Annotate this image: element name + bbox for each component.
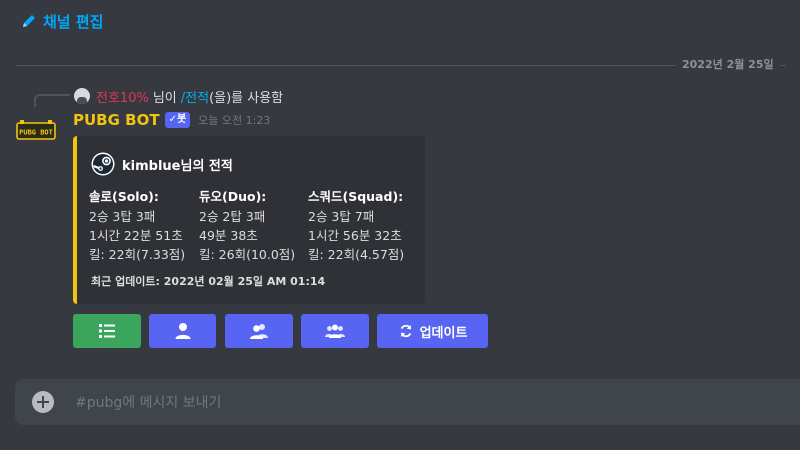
date-divider-label: 2022년 2월 25일: [676, 58, 780, 72]
channel-header: 채널 편집: [0, 0, 800, 44]
field-line: 2승 3탑 3패: [89, 209, 156, 224]
channel-title[interactable]: 채널 편집: [43, 11, 103, 32]
command-reply-line[interactable]: 전호10% 님이 /전적 (을)를 사용함: [74, 87, 284, 106]
field-line: 2승 2탑 3패: [199, 209, 266, 224]
update-button-label: 업데이트: [419, 325, 468, 341]
field-duo: 듀오(Duo): 2승 2탑 3패 49분 38초 킬: 26회(10.0점): [199, 187, 295, 264]
field-line: 49분 38초: [199, 228, 258, 243]
field-line: 킬: 22회(7.33점): [89, 247, 186, 262]
replied-user-avatar[interactable]: [74, 88, 90, 104]
embed-footer: 최근 업데이트: 2022년 02월 25일 AM 01:14: [91, 275, 326, 288]
update-button[interactable]: 업데이트: [377, 314, 488, 348]
duo-button[interactable]: [225, 314, 293, 348]
reply-command[interactable]: /전적: [181, 87, 209, 106]
field-squad: 스쿼드(Squad): 2승 3탑 7패 1시간 56분 32초 킬: 22회(…: [308, 187, 404, 264]
message-timestamp[interactable]: 오늘 오전 1:23: [198, 112, 270, 128]
list-icon: [99, 324, 115, 338]
reply-spine: [34, 94, 70, 107]
refresh-icon: [400, 324, 411, 338]
field-line: 1시간 56분 32초: [308, 228, 402, 243]
field-solo: 솔로(Solo): 2승 3탑 3패 1시간 22분 51초 킬: 22회(7.…: [89, 187, 185, 264]
reply-suffix: 님이: [152, 90, 177, 106]
replied-username[interactable]: 전호10%: [96, 87, 149, 106]
date-divider: 2022년 2월 25일: [16, 58, 786, 72]
stats-embed: kimblue님의 전적 솔로(Solo): 2승 3탑 3패 1시간 22분 …: [73, 136, 425, 304]
message-author[interactable]: PUBG BOT: [73, 111, 160, 129]
field-name: 스쿼드(Squad):: [308, 189, 404, 204]
steam-icon: [91, 152, 115, 176]
bot-tag: ✓봇: [164, 112, 191, 128]
users-duo-icon: [250, 324, 268, 339]
squad-button[interactable]: [301, 314, 369, 348]
field-line: 1시간 22분 51초: [89, 228, 183, 243]
field-name: 솔로(Solo):: [89, 189, 159, 204]
field-name: 듀오(Duo):: [199, 189, 267, 204]
field-line: 킬: 26회(10.0점): [199, 247, 296, 262]
user-icon: [175, 323, 190, 339]
message-input[interactable]: [73, 389, 777, 417]
divider-line: [16, 65, 786, 66]
field-line: 킬: 22회(4.57점): [308, 247, 405, 262]
users-squad-icon: [325, 324, 345, 338]
message-header: PUBG BOT ✓봇 오늘 오전 1:23: [73, 110, 270, 130]
avatar-text: PUBG BOT: [19, 129, 53, 137]
solo-button[interactable]: [149, 314, 216, 348]
pencil-icon[interactable]: [21, 13, 37, 29]
embed-author-name: kimblue님의 전적: [122, 158, 233, 174]
list-button[interactable]: [73, 314, 141, 348]
embed-author: kimblue님의 전적: [91, 152, 233, 176]
bot-avatar[interactable]: PUBG BOT: [16, 120, 56, 142]
add-attachment-icon[interactable]: [32, 391, 54, 413]
field-line: 2승 3탑 7패: [308, 209, 375, 224]
message-composer: [15, 379, 800, 425]
reply-action: (을)를 사용함: [209, 90, 284, 106]
